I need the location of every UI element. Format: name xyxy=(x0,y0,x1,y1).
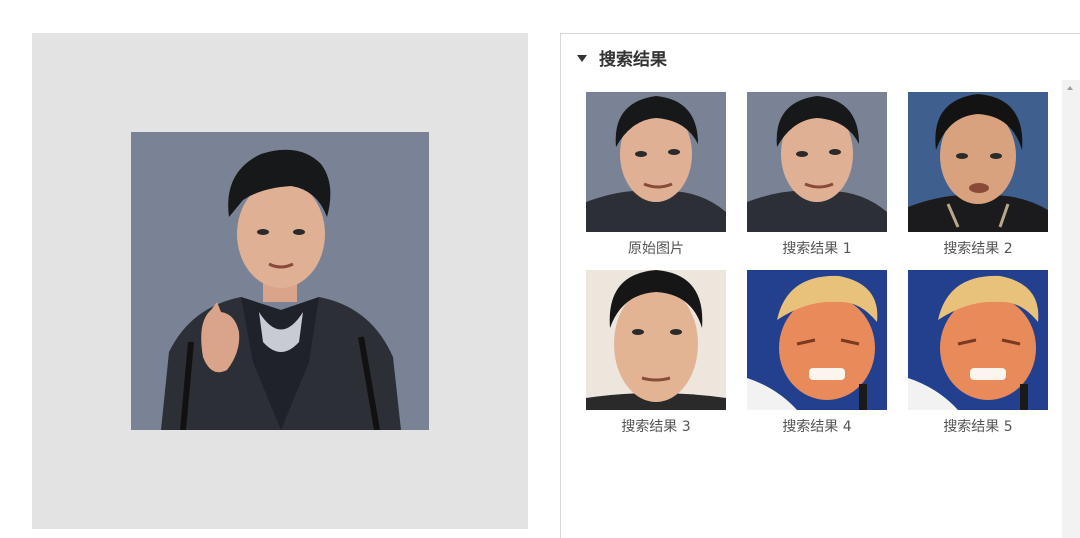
result-thumbnail xyxy=(908,92,1048,232)
search-results-panel: 搜索结果 原始图片 搜索结果 1 搜索结果 2 搜索结果 3 搜索结果 4 搜索… xyxy=(560,33,1080,538)
result-label: 搜索结果 3 xyxy=(621,419,691,435)
result-item-5[interactable]: 搜索结果 5 xyxy=(908,270,1048,436)
result-item-1[interactable]: 搜索结果 1 xyxy=(747,92,887,258)
result-label: 搜索结果 1 xyxy=(782,241,852,257)
source-photo xyxy=(131,132,429,430)
result-item-4[interactable]: 搜索结果 4 xyxy=(747,270,887,436)
scroll-up-arrow-icon[interactable] xyxy=(1067,86,1073,90)
search-results-title: 搜索结果 xyxy=(599,49,667,70)
result-label: 搜索结果 2 xyxy=(943,241,1013,257)
vertical-scrollbar[interactable] xyxy=(1062,80,1080,538)
result-thumbnail xyxy=(747,92,887,232)
result-item-original[interactable]: 原始图片 xyxy=(586,92,726,258)
result-thumbnail xyxy=(908,270,1048,410)
caret-down-icon xyxy=(577,54,587,62)
result-label: 原始图片 xyxy=(628,241,684,257)
source-image-panel xyxy=(32,33,528,529)
result-label: 搜索结果 4 xyxy=(782,419,852,435)
result-label: 搜索结果 5 xyxy=(943,419,1013,435)
result-thumbnail xyxy=(747,270,887,410)
result-item-2[interactable]: 搜索结果 2 xyxy=(908,92,1048,258)
result-thumbnail xyxy=(586,270,726,410)
result-thumbnail xyxy=(586,92,726,232)
search-results-header[interactable]: 搜索结果 xyxy=(561,34,1080,80)
result-item-3[interactable]: 搜索结果 3 xyxy=(586,270,726,436)
